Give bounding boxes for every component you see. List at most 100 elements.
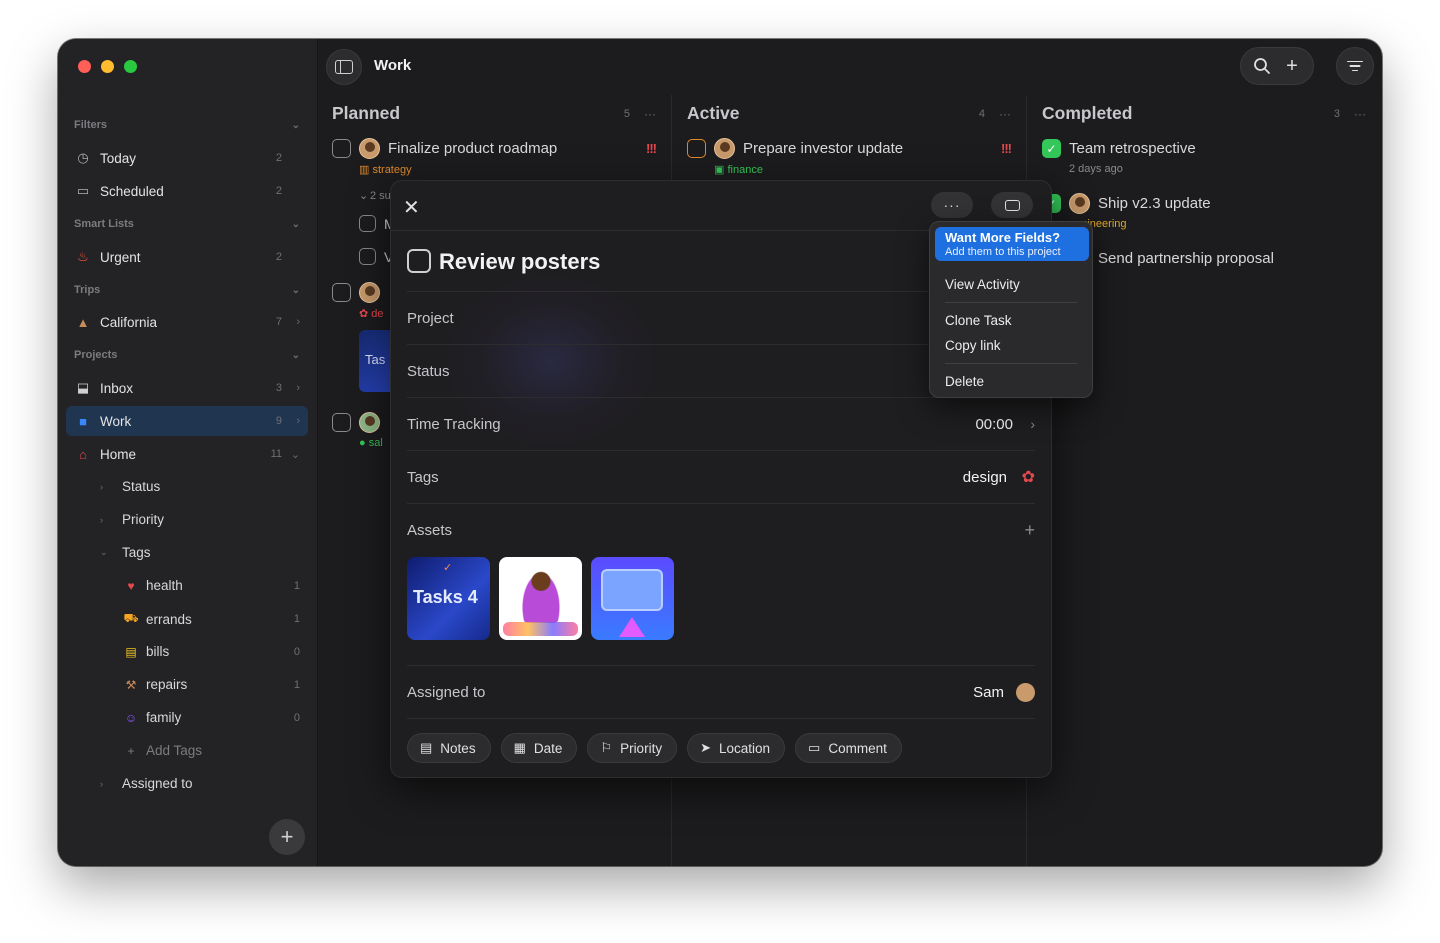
tag-family[interactable]: ☺ family 0 bbox=[122, 710, 300, 725]
add-tags-button[interactable]: + Add Tags bbox=[122, 743, 300, 758]
comments-button[interactable] bbox=[991, 192, 1033, 218]
field-assigned-to[interactable]: Assigned to Sam bbox=[407, 665, 1035, 718]
asset-thumbnail[interactable] bbox=[499, 557, 582, 640]
task-checkbox[interactable] bbox=[332, 283, 351, 302]
cart-icon: ⛟ bbox=[123, 611, 139, 625]
task-card[interactable]: Finalize product roadmap !!! ▥ strategy bbox=[332, 137, 657, 177]
button-label: Priority bbox=[620, 740, 663, 756]
date-button[interactable]: ▦ Date bbox=[500, 733, 578, 763]
filters-label: Filters bbox=[74, 119, 108, 131]
more-icon[interactable]: ··· bbox=[1354, 107, 1366, 121]
button-label: Date bbox=[533, 740, 563, 756]
filter-button[interactable] bbox=[1336, 47, 1374, 85]
task-complete-checkbox[interactable] bbox=[407, 249, 431, 273]
task-checkbox[interactable] bbox=[332, 413, 351, 432]
asset-text: Tasks 4 bbox=[413, 587, 478, 607]
asset-thumbnail[interactable] bbox=[591, 557, 674, 640]
toolbar: Work + bbox=[318, 39, 1382, 95]
minimize-window-button[interactable] bbox=[101, 60, 114, 73]
avatar bbox=[359, 412, 380, 433]
chevron-right-icon: › bbox=[296, 415, 300, 427]
field-label: Assigned to bbox=[407, 683, 486, 701]
add-asset-button[interactable]: + bbox=[1021, 520, 1035, 541]
home-sub-assigned-to[interactable]: › Assigned to bbox=[100, 776, 193, 791]
sidebar-item-home[interactable]: ⌂ Home 11 ⌄ bbox=[66, 439, 308, 469]
chevron-down-icon: ⌄ bbox=[291, 284, 300, 296]
search-icon bbox=[1254, 58, 1270, 74]
zoom-window-button[interactable] bbox=[124, 60, 137, 73]
plus-icon: + bbox=[1286, 54, 1298, 77]
clone-task-item[interactable]: Clone Task bbox=[945, 313, 1012, 328]
tag-health[interactable]: ♥ health 1 bbox=[122, 578, 300, 593]
sidebar-item-inbox[interactable]: ⬓ Inbox 3 › bbox=[66, 373, 308, 403]
copy-link-item[interactable]: Copy link bbox=[945, 338, 1001, 353]
add-task-button[interactable]: + bbox=[1278, 52, 1306, 80]
want-more-fields-item[interactable]: Want More Fields? Add them to this proje… bbox=[935, 227, 1089, 261]
inbox-icon: ⬓ bbox=[76, 380, 90, 395]
search-button[interactable] bbox=[1248, 52, 1276, 80]
delete-item[interactable]: Delete bbox=[945, 374, 984, 389]
task-checkbox[interactable] bbox=[359, 215, 376, 232]
task-checkbox[interactable] bbox=[359, 248, 376, 265]
sidebar-item-scheduled[interactable]: ▭ Scheduled 2 bbox=[66, 176, 308, 206]
sidebar-item-count: 9 bbox=[275, 415, 282, 427]
subtask-count: 2 su bbox=[370, 190, 391, 202]
tag-bills[interactable]: ▤ bills 0 bbox=[122, 644, 300, 659]
smart-lists-section-header[interactable]: Smart Lists ⌄ bbox=[74, 218, 300, 230]
location-button[interactable]: ➤ Location bbox=[687, 733, 786, 763]
money-icon: ▣ bbox=[714, 164, 725, 176]
sub-label: Tags bbox=[122, 545, 151, 560]
task-checkbox[interactable] bbox=[332, 139, 351, 158]
close-button[interactable]: ✕ bbox=[403, 195, 420, 220]
sidebar-toggle-button[interactable] bbox=[326, 49, 362, 85]
task-card[interactable]: ✓ Team retrospective 2 days ago bbox=[1042, 137, 1366, 177]
comment-icon bbox=[1004, 195, 1020, 211]
projects-section-header[interactable]: Projects ⌄ bbox=[74, 349, 300, 361]
home-sub-priority[interactable]: › Priority bbox=[100, 512, 164, 527]
chevron-down-icon: ⌄ bbox=[291, 119, 300, 131]
home-sub-status[interactable]: › Status bbox=[100, 479, 160, 494]
tag-label: errands bbox=[146, 611, 192, 627]
tag-errands[interactable]: ⛟ errands 1 bbox=[122, 611, 300, 627]
column-title: Planned bbox=[332, 103, 401, 123]
task-checkbox[interactable] bbox=[687, 139, 706, 158]
filters-section-header[interactable]: Filters ⌄ bbox=[74, 119, 300, 131]
sidebar-item-work[interactable]: ■ Work 9 › bbox=[66, 406, 308, 436]
more-icon[interactable]: ··· bbox=[644, 107, 656, 121]
sidebar-item-urgent[interactable]: ♨ Urgent 2 bbox=[66, 242, 308, 272]
priority-badge: !!! bbox=[1001, 141, 1012, 156]
notes-button[interactable]: ▤ Notes bbox=[407, 733, 491, 763]
chevron-down-icon: ⌄ bbox=[290, 448, 300, 461]
asset-thumbnail[interactable]: ✓ Tasks 4 bbox=[407, 557, 490, 640]
comment-button[interactable]: ▭ Comment bbox=[795, 733, 902, 763]
assignee-name: Sam bbox=[973, 683, 1004, 701]
add-list-button[interactable]: + bbox=[269, 819, 305, 855]
palette-icon: ✿ bbox=[359, 308, 369, 320]
field-tags[interactable]: Tags design ✿ bbox=[407, 450, 1035, 503]
menu-item-subtitle: Add them to this project bbox=[945, 246, 1061, 258]
sidebar-item-california[interactable]: ▲ California 7 › bbox=[66, 307, 308, 337]
notes-icon: ▤ bbox=[420, 740, 433, 755]
home-sub-tags[interactable]: ⌄ Tags bbox=[100, 545, 151, 560]
task-title: Finalize product roadmap bbox=[388, 140, 558, 157]
tag-label: strategy bbox=[372, 164, 412, 176]
sub-label: Status bbox=[122, 479, 161, 494]
tag-repairs[interactable]: ⚒ repairs 1 bbox=[122, 677, 300, 692]
task-card[interactable]: Prepare investor update !!! ▣ finance bbox=[687, 137, 1012, 177]
task-checkbox[interactable]: ✓ bbox=[1042, 139, 1061, 158]
sidebar-item-today[interactable]: ◷ Today 2 bbox=[66, 143, 308, 173]
view-activity-item[interactable]: View Activity bbox=[945, 277, 1020, 292]
tag-label: health bbox=[146, 578, 183, 593]
assets-gallery: ✓ Tasks 4 bbox=[407, 557, 674, 640]
trips-section-header[interactable]: Trips ⌄ bbox=[74, 284, 300, 296]
priority-button[interactable]: ⚐ Priority bbox=[587, 733, 678, 763]
field-time-tracking[interactable]: Time Tracking 00:00 › bbox=[407, 397, 1035, 450]
close-window-button[interactable] bbox=[78, 60, 91, 73]
sidebar-item-label: Home bbox=[100, 446, 137, 462]
tag-count: 0 bbox=[293, 645, 300, 658]
more-icon[interactable]: ··· bbox=[999, 107, 1011, 121]
column-title: Active bbox=[687, 103, 740, 123]
page-title: Work bbox=[374, 57, 412, 74]
plus-icon: + bbox=[1024, 519, 1035, 540]
more-options-button[interactable]: ··· bbox=[931, 192, 973, 218]
